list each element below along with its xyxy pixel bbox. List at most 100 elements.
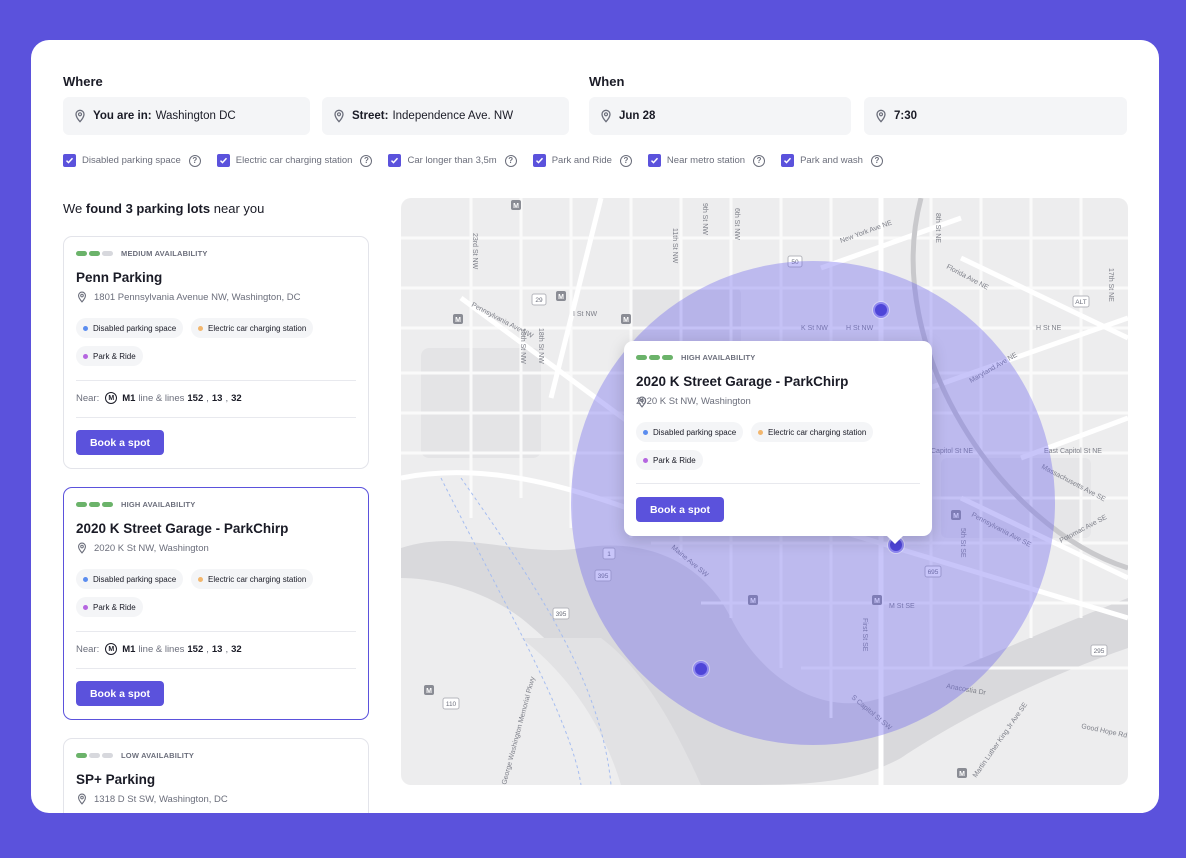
route-shield: 110 [446,701,457,708]
search-panel: Where When You are in: Washington DC Str… [31,40,1159,813]
checkbox[interactable] [216,154,230,167]
map-label: 9th St NW [701,203,708,235]
parking-lot-card[interactable]: MEDIUM AVAILABILITY Penn Parking 1801 Pe… [63,236,369,469]
map-label: Martin Luther King Jr Ave SE [972,701,1029,779]
checkbox[interactable] [532,154,546,167]
filter-label: Park and wash [800,155,863,166]
checkbox[interactable] [63,154,76,167]
location-field[interactable]: You are in: Washington DC [63,97,310,135]
lot-name: 2020 K Street Garage - ParkChirp [76,521,289,536]
map-label: 18th St NW [537,328,544,364]
map-label: H St NE [1036,325,1062,332]
checkmark-icon [65,157,74,164]
filter-long-car[interactable]: Car longer than 3,5m ? [388,154,517,167]
location-pin-icon [876,109,886,123]
checkmark-icon [391,157,399,164]
lot-popup[interactable]: HIGH AVAILABILITY 2020 K Street Garage -… [624,341,932,544]
divider [76,417,356,418]
map-label: New York Ave NE [839,219,893,244]
location-pin-icon [75,109,85,123]
question-circle-icon[interactable]: ? [619,154,632,167]
filter-list: Disabled parking space ? Electric car ch… [63,154,899,167]
svg-text:M: M [623,317,629,324]
location-pin-icon [601,109,611,123]
location-pin-icon [78,291,86,303]
svg-text:M: M [426,688,432,695]
route-shield: 29 [535,297,543,304]
location-pin-icon [78,542,86,554]
book-spot-button[interactable]: Book a spot [76,430,164,455]
date-field[interactable]: Jun 28 [589,97,851,135]
map-view[interactable]: New York Ave NE Florida Ave NE Maryland … [401,198,1128,785]
map-label: 11th St NW [671,228,678,264]
filter-disabled-parking[interactable]: Disabled parking space ? [63,154,201,167]
amenity-tag: Electric car charging station [751,422,874,442]
svg-text:M: M [558,294,564,301]
checkbox[interactable] [388,154,402,167]
lot-address: 2020 K St NW, Washington [76,542,209,554]
question-circle-icon[interactable]: ? [870,154,883,167]
street-value: Independence Ave. NW [392,110,514,122]
checkmark-icon [650,157,658,164]
checkbox[interactable] [781,154,795,167]
question-circle-icon[interactable]: ? [504,154,517,167]
checkmark-icon [219,157,227,164]
amenity-tag: Disabled parking space [76,569,184,589]
time-value: 7:30 [894,110,918,122]
svg-text:M: M [455,317,461,324]
location-pin-icon [638,396,646,408]
divider [76,380,356,381]
where-title: Where [63,74,103,89]
parking-lot-card-selected[interactable]: HIGH AVAILABILITY 2020 K Street Garage -… [63,487,369,720]
book-spot-button[interactable]: Book a spot [76,681,164,706]
route-shield: ALT [1075,299,1086,306]
lot-name: SP+ Parking [76,772,156,787]
filter-ev-charging[interactable]: Electric car charging station ? [216,154,373,167]
popup-lot-name: 2020 K Street Garage - ParkChirp [636,374,849,389]
map-label: 17th St NE [1107,268,1114,302]
when-title: When [589,74,625,89]
filter-park-ride[interactable]: Park and Ride ? [532,154,632,167]
question-circle-icon[interactable]: ? [753,154,766,167]
amenity-tag: Park & Ride [636,450,703,470]
parking-lot-card[interactable]: LOW AVAILABILITY SP+ Parking 1318 D St S… [63,738,369,813]
amenity-tag: Disabled parking space [76,318,184,338]
filter-near-metro[interactable]: Near metro station ? [647,154,766,167]
time-field[interactable]: 7:30 [864,97,1127,135]
location-value: Washington DC [155,110,236,122]
lot-address: 1801 Pennsylvania Avenue NW, Washington,… [76,291,300,303]
checkmark-icon [535,157,543,164]
nearby-metro: Near: M M1 line & lines 152, 13, 32 [76,392,242,404]
question-circle-icon[interactable]: ? [188,154,201,167]
location-pin-icon [334,109,344,123]
lot-address: 1318 D St SW, Washington, DC [76,793,228,805]
amenity-tag: Park & Ride [76,346,143,366]
lot-name: Penn Parking [76,270,163,285]
route-shield: 295 [1094,648,1105,655]
checkbox[interactable] [647,154,661,167]
availability-indicator: LOW AVAILABILITY [76,751,194,760]
map-label: 8th St NE [934,213,941,243]
date-value: Jun 28 [619,110,656,122]
metro-icon: M [105,392,118,404]
nearby-metro: Near: M M1 line & lines 152, 13, 32 [76,643,242,655]
street-field[interactable]: Street: Independence Ave. NW [322,97,569,135]
map-label: East Capitol St NE [1044,448,1102,455]
filter-label: Park and Ride [551,155,612,166]
divider [76,631,356,632]
filter-label: Electric car charging station [235,155,353,166]
filter-label: Car longer than 3,5m [407,155,497,166]
book-spot-button[interactable]: Book a spot [636,497,724,522]
route-shield: 395 [556,611,567,618]
checkmark-icon [784,157,792,164]
map-label: 6th St NW [733,208,740,240]
filter-park-wash[interactable]: Park and wash ? [781,154,883,167]
question-circle-icon[interactable]: ? [360,154,373,167]
map-label: I St NW [573,311,598,318]
street-label: Street: [352,110,389,122]
map-label: Good Hope Rd SE [1081,723,1128,742]
popup-lot-address: 2020 K St NW, Washington [636,396,751,408]
results-summary: We found 3 parking lots near you [63,201,265,216]
location-pin-icon [78,793,86,805]
amenity-tag: Electric car charging station [191,569,314,589]
